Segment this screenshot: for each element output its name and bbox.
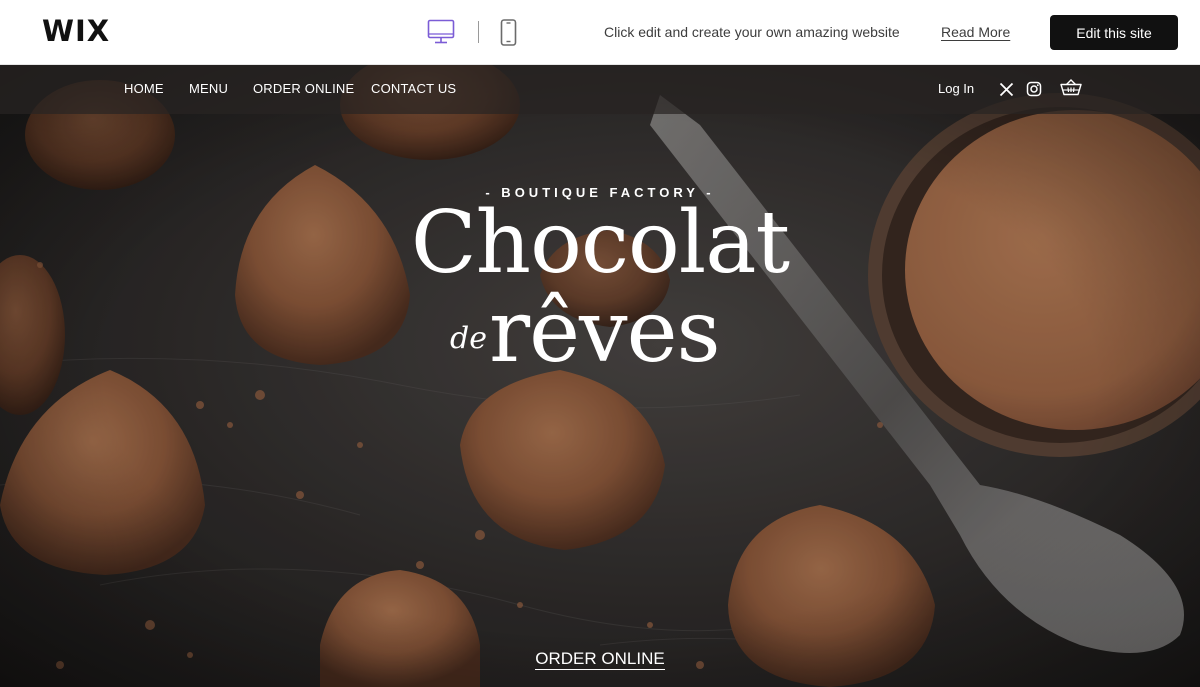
edit-site-button[interactable]: Edit this site — [1050, 15, 1178, 50]
instagram-icon[interactable] — [1026, 81, 1042, 97]
mobile-icon[interactable] — [500, 19, 517, 46]
nav-item-order-online[interactable]: ORDER ONLINE — [253, 81, 354, 96]
hero-title-connector: de — [450, 321, 487, 356]
site-nav-bar: HOME MENU ORDER ONLINE CONTACT US Log In — [0, 65, 1200, 114]
hero-subtitle: rêves — [489, 282, 721, 382]
promo-text: Click edit and create your own amazing w… — [604, 24, 900, 40]
read-more-link[interactable]: Read More — [941, 24, 1010, 40]
hero-title: Chocolat — [410, 193, 790, 293]
login-link[interactable]: Log In — [938, 81, 974, 96]
x-icon[interactable] — [999, 82, 1014, 97]
device-divider — [478, 21, 479, 43]
nav-item-contact-us[interactable]: CONTACT US — [371, 81, 456, 96]
nav-item-menu[interactable]: MENU — [189, 81, 228, 96]
hero-section: HOME MENU ORDER ONLINE CONTACT US Log In… — [0, 65, 1200, 687]
order-online-cta[interactable]: ORDER ONLINE — [535, 649, 665, 670]
order-online-cta-wrapper: ORDER ONLINE — [0, 649, 1200, 670]
wix-top-bar: WIX Click edit and create your own amazi… — [0, 0, 1200, 65]
wix-logo[interactable]: WIX — [42, 14, 110, 48]
cart-icon[interactable] — [1060, 79, 1082, 98]
desktop-icon[interactable] — [427, 19, 455, 45]
nav-item-home[interactable]: HOME — [124, 81, 164, 96]
